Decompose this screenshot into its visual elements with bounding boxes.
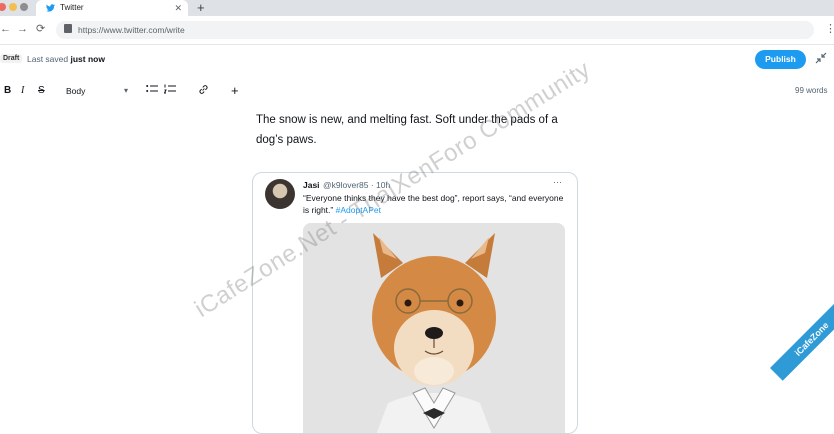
status-badge: Draft — [0, 54, 23, 63]
avatar[interactable] — [265, 179, 295, 209]
more-icon[interactable]: ··· — [553, 177, 562, 187]
link-icon[interactable] — [198, 84, 209, 100]
plus-icon[interactable]: + — [231, 84, 239, 97]
bullet-list-icon[interactable] — [146, 84, 158, 99]
forward-icon[interactable]: → — [17, 22, 28, 36]
reload-icon[interactable]: ⟳ — [36, 22, 45, 36]
bold-button[interactable]: B — [4, 84, 11, 98]
window-minimize-dot[interactable] — [9, 3, 17, 11]
url-text: https://www.twitter.com/write — [78, 25, 185, 35]
window-close-dot[interactable] — [0, 3, 6, 11]
saved-time: just now — [70, 54, 105, 64]
tweet-author-name[interactable]: Jasi — [303, 180, 320, 190]
back-icon[interactable]: ← — [0, 22, 11, 36]
text-style-select[interactable]: Body ▾ — [66, 84, 128, 98]
embedded-tweet[interactable]: Jasi @k9lover85 · 10h ··· “Everyone thin… — [252, 172, 578, 434]
browser-toolbar: ← → ⟳ https://www.twitter.com/write ⋮ — [0, 16, 834, 45]
menu-kebab-icon[interactable]: ⋮ — [825, 22, 834, 36]
tweet-image[interactable] — [303, 223, 565, 433]
corner-ribbon: iCafeZone — [770, 297, 834, 381]
text-style-value: Body — [66, 86, 86, 96]
last-saved-text: Last saved just now — [27, 54, 105, 64]
browser-tab[interactable]: Twitter ✕ — [36, 0, 188, 16]
numbered-list-icon[interactable] — [163, 84, 176, 99]
collapse-icon[interactable] — [815, 52, 827, 67]
italic-button[interactable]: I — [21, 84, 24, 98]
address-bar[interactable]: https://www.twitter.com/write — [56, 21, 814, 39]
window-maximize-dot[interactable] — [20, 3, 28, 11]
publish-button[interactable]: Publish — [755, 50, 806, 69]
chevron-down-icon: ▾ — [123, 86, 128, 95]
tab-close-button[interactable]: ✕ — [174, 0, 182, 16]
lock-icon — [64, 24, 72, 33]
tab-bar: Twitter ✕ + — [0, 0, 834, 16]
word-count: 99 words — [795, 86, 828, 95]
strikethrough-button[interactable]: S — [38, 84, 45, 98]
dog-photo-illustration — [303, 223, 565, 433]
new-tab-button[interactable]: + — [197, 0, 205, 15]
tab-title: Twitter — [60, 3, 84, 12]
saved-prefix: Last saved — [27, 54, 69, 64]
